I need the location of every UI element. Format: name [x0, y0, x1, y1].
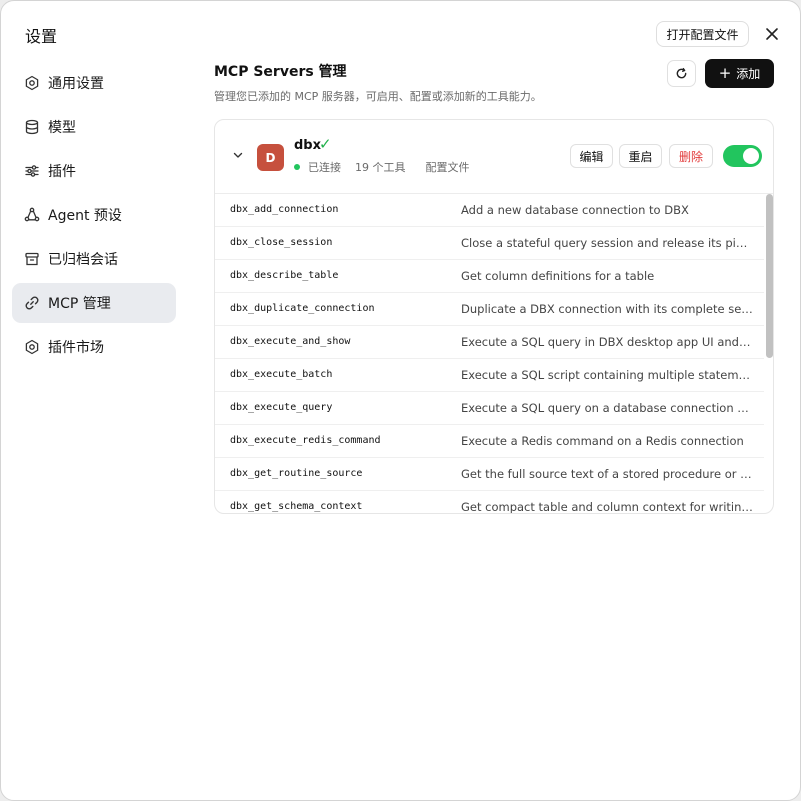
page-title: MCP Servers 管理	[214, 64, 347, 80]
tool-name: dbx_close_session	[230, 237, 333, 248]
config-file-link[interactable]: 配置文件	[426, 159, 470, 175]
sidebar-item-plugins[interactable]: 插件	[12, 151, 176, 191]
server-name: dbx	[294, 138, 321, 153]
tool-list-scrollbar[interactable]	[765, 194, 773, 513]
archive-icon	[24, 251, 40, 267]
settings-window: 设置 打开配置文件 通用设置 模型 插件 Agent 预设 已归档会话 MCP …	[0, 0, 801, 801]
tool-description: Add a new database connection to DBX	[461, 203, 689, 217]
tool-description: Execute a SQL script containing multiple…	[461, 368, 753, 382]
scrollbar-thumb[interactable]	[766, 194, 773, 358]
tool-description: Get the full source text of a stored pro…	[461, 467, 753, 481]
sidebar-item-label: MCP 管理	[48, 296, 111, 312]
gear-icon	[24, 339, 40, 355]
database-icon	[24, 119, 40, 135]
tool-name: dbx_duplicate_connection	[230, 303, 375, 314]
tool-description: Get compact table and column context for…	[461, 500, 753, 514]
add-button-label: 添加	[736, 67, 761, 81]
sliders-icon	[24, 163, 40, 179]
table-row: dbx_execute_query Execute a SQL query on…	[215, 392, 764, 425]
sidebar-item-plugin-market[interactable]: 插件市场	[12, 327, 176, 367]
table-row: dbx_get_schema_context Get compact table…	[215, 491, 764, 514]
tool-list: dbx_add_connection Add a new database co…	[215, 194, 764, 514]
close-button[interactable]	[761, 23, 783, 45]
server-status-line: 已连接 19 个工具 配置文件	[294, 159, 470, 175]
table-row: dbx_describe_table Get column definition…	[215, 260, 764, 293]
table-row: dbx_get_routine_source Get the full sour…	[215, 458, 764, 491]
refresh-button[interactable]	[667, 60, 696, 87]
sidebar-item-label: 已归档会话	[48, 252, 118, 268]
sidebar-item-archived-sessions[interactable]: 已归档会话	[12, 239, 176, 279]
tool-name: dbx_add_connection	[230, 204, 339, 215]
server-enable-toggle[interactable]	[723, 145, 762, 167]
tool-description: Execute a Redis command on a Redis conne…	[461, 434, 744, 448]
refresh-icon	[676, 67, 687, 79]
tool-description: Get column definitions for a table	[461, 269, 655, 283]
tool-name: dbx_execute_batch	[230, 369, 333, 380]
gear-icon	[24, 75, 40, 91]
tool-description: Execute a SQL query on a database connec…	[461, 401, 753, 415]
tool-description: Close a stateful query session and relea…	[461, 236, 753, 250]
add-server-button[interactable]: + 添加	[705, 59, 774, 88]
open-config-file-button[interactable]: 打开配置文件	[656, 21, 749, 47]
sidebar-item-label: Agent 预设	[48, 208, 122, 224]
tool-description: Duplicate a DBX connection with its comp…	[461, 302, 753, 316]
sidebar-item-label: 插件	[48, 164, 76, 180]
link-icon	[24, 295, 40, 311]
check-icon: ✓	[319, 135, 332, 153]
sidebar: 通用设置 模型 插件 Agent 预设 已归档会话 MCP 管理 插件市场	[12, 63, 176, 371]
tool-description: Execute a SQL query in DBX desktop app U…	[461, 335, 753, 349]
edit-button[interactable]: 编辑	[570, 144, 613, 168]
tool-name: dbx_get_routine_source	[230, 468, 363, 479]
status-dot	[294, 164, 300, 170]
sidebar-item-label: 通用设置	[48, 76, 104, 92]
table-row: dbx_execute_batch Execute a SQL script c…	[215, 359, 764, 392]
window-title: 设置	[25, 27, 58, 46]
table-row: dbx_close_session Close a stateful query…	[215, 227, 764, 260]
sidebar-item-mcp[interactable]: MCP 管理	[12, 283, 176, 323]
mcp-server-card: D dbx ✓ 已连接 19 个工具 配置文件 编辑 重启 删除 dbx_add…	[214, 119, 774, 514]
sidebar-item-label: 插件市场	[48, 340, 104, 356]
table-row: dbx_execute_redis_command Execute a Redi…	[215, 425, 764, 458]
sidebar-item-agent-presets[interactable]: Agent 预设	[12, 195, 176, 235]
connection-status: 已连接	[308, 161, 341, 174]
tool-name: dbx_get_schema_context	[230, 501, 363, 512]
table-row: dbx_add_connection Add a new database co…	[215, 194, 764, 227]
table-row: dbx_execute_and_show Execute a SQL query…	[215, 326, 764, 359]
sidebar-item-models[interactable]: 模型	[12, 107, 176, 147]
close-icon	[766, 28, 778, 40]
page-description: 管理您已添加的 MCP 服务器，可启用、配置或添加新的工具能力。	[214, 90, 542, 103]
sidebar-item-general[interactable]: 通用设置	[12, 63, 176, 103]
plus-icon: +	[718, 64, 732, 82]
delete-button[interactable]: 删除	[669, 144, 713, 168]
tool-name: dbx_describe_table	[230, 270, 339, 281]
tool-name: dbx_execute_query	[230, 402, 333, 413]
tool-name: dbx_execute_redis_command	[230, 435, 381, 446]
toggle-knob	[743, 148, 759, 164]
server-card-header: D dbx ✓ 已连接 19 个工具 配置文件 编辑 重启 删除	[215, 120, 773, 194]
table-row: dbx_duplicate_connection Duplicate a DBX…	[215, 293, 764, 326]
restart-button[interactable]: 重启	[619, 144, 662, 168]
sidebar-item-label: 模型	[48, 120, 76, 136]
tool-name: dbx_execute_and_show	[230, 336, 351, 347]
chevron-down-icon[interactable]	[232, 149, 244, 161]
agent-icon	[24, 207, 40, 223]
tools-count: 19 个工具	[355, 161, 406, 174]
server-avatar: D	[257, 144, 284, 171]
